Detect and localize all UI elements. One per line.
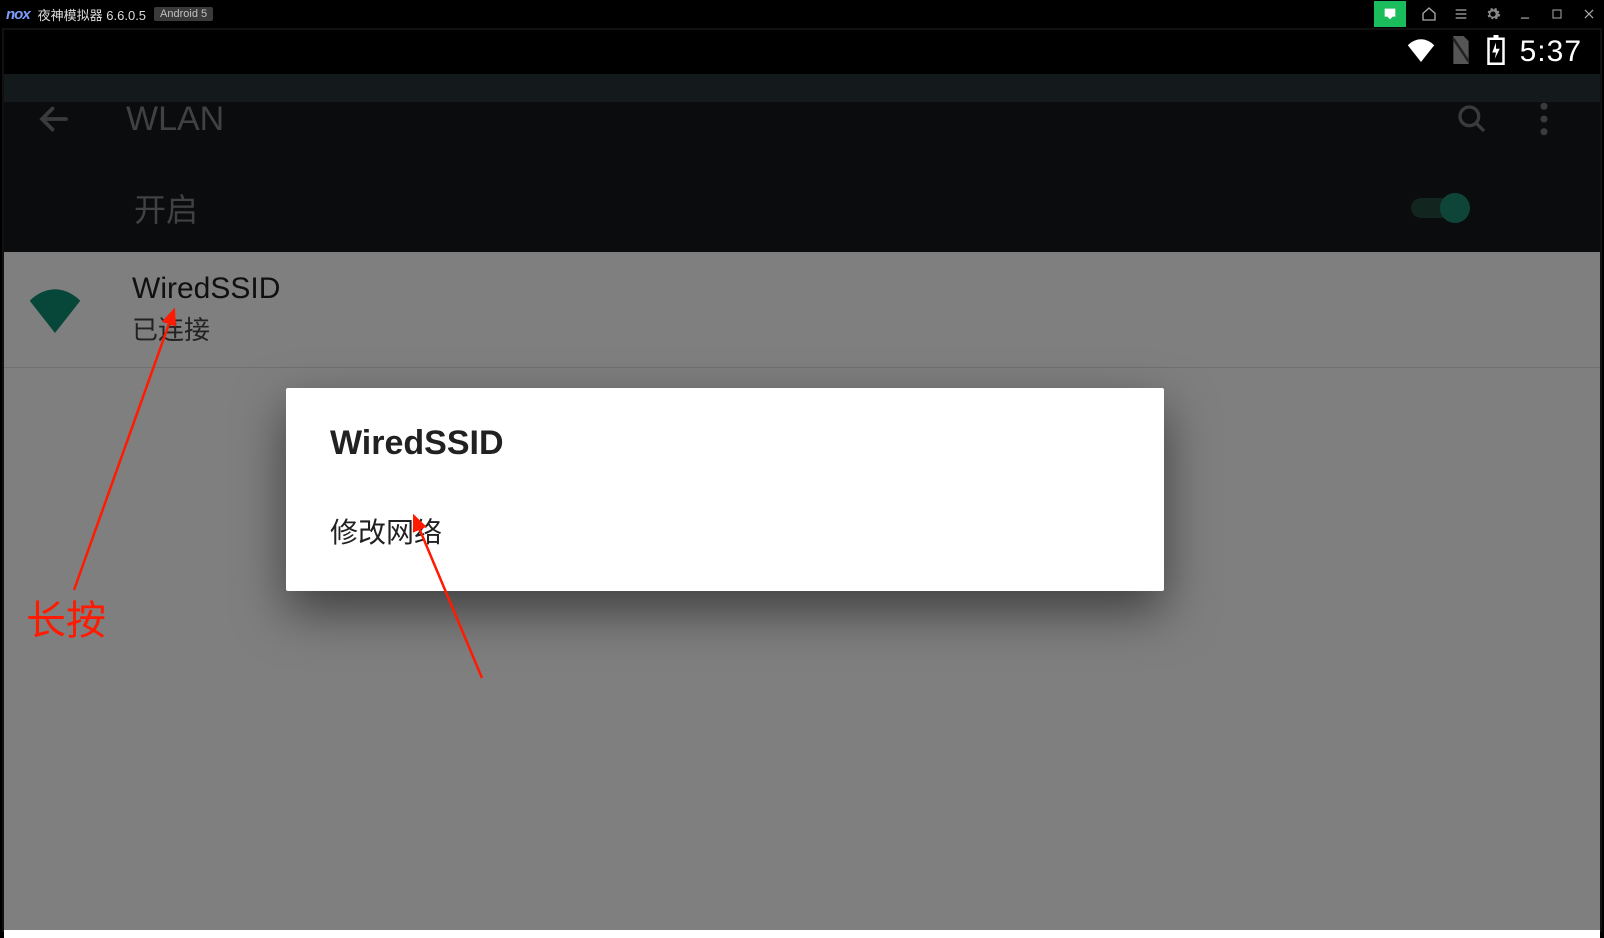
menu-icon[interactable] bbox=[1452, 5, 1470, 23]
sim-icon bbox=[1450, 36, 1472, 69]
gear-icon[interactable] bbox=[1484, 5, 1502, 23]
battery-icon bbox=[1486, 35, 1506, 70]
nox-logo: nox bbox=[6, 6, 30, 23]
dialog-title: WiredSSID bbox=[330, 424, 1120, 463]
window-titlebar: nox 夜神模拟器 6.6.0.5 Android 5 bbox=[0, 0, 1604, 28]
home-icon[interactable] bbox=[1420, 5, 1438, 23]
android-statusbar: 5:37 bbox=[4, 30, 1600, 74]
window-title: 夜神模拟器 6.6.0.5 bbox=[38, 5, 146, 24]
android-badge: Android 5 bbox=[154, 7, 213, 21]
maximize-button[interactable] bbox=[1548, 5, 1566, 23]
modify-network-item[interactable]: 修改网络 bbox=[330, 505, 1120, 557]
annotation-longpress-label: 长按 bbox=[26, 588, 106, 646]
window-controls bbox=[1374, 1, 1598, 27]
close-button[interactable] bbox=[1580, 5, 1598, 23]
emulator-frame: 5:37 WLAN 开启 WiredSSID bbox=[2, 28, 1602, 932]
wifi-icon bbox=[1406, 38, 1436, 67]
status-time: 5:37 bbox=[1520, 35, 1582, 69]
wifi-context-dialog: WiredSSID 修改网络 bbox=[286, 388, 1164, 591]
notification-button[interactable] bbox=[1374, 1, 1406, 27]
minimize-button[interactable] bbox=[1516, 5, 1534, 23]
